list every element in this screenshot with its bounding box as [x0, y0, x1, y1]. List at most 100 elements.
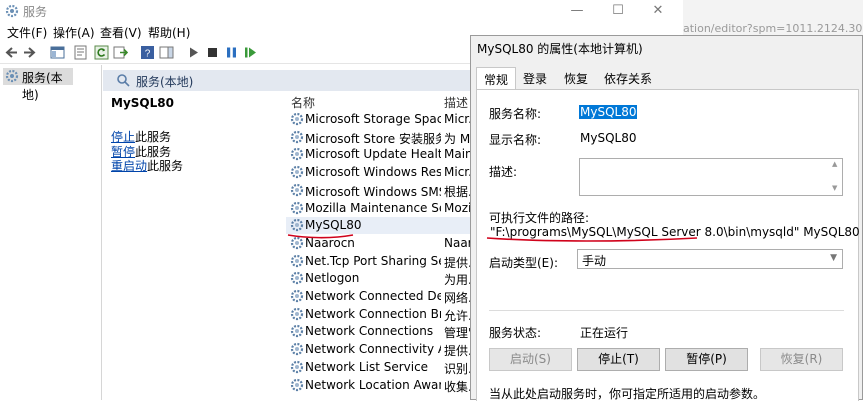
export-list-icon[interactable]	[113, 45, 128, 60]
service-status-label: 服务状态:	[489, 326, 542, 340]
service-gear-icon	[290, 289, 304, 303]
startup-type-value: 手动	[582, 254, 607, 268]
display-name-label: 显示名称:	[489, 133, 542, 147]
service-name-cell: Microsoft Storage Spaces S...	[305, 112, 441, 126]
menu-action[interactable]: 操作(A)	[53, 24, 95, 41]
dialog-title: MySQL80 的属性(本地计算机)	[477, 42, 643, 56]
tree-node-label: 服务(本地)	[22, 71, 63, 102]
service-name-cell: Net.Tcp Port Sharing Service	[305, 253, 441, 268]
pause-service-icon[interactable]	[224, 45, 239, 60]
service-name-value[interactable]: MySQL80	[579, 105, 638, 119]
service-gear-icon	[290, 201, 304, 214]
browser-url-text: ation/editor?spm=1011.2124.301	[683, 22, 863, 35]
startup-type-select[interactable]: 手动 ▼	[577, 249, 843, 269]
divider	[489, 310, 844, 311]
console-tree: 服务(本地)	[0, 65, 102, 400]
start-button[interactable]: 启动(S)	[489, 348, 572, 371]
properties-dialog: MySQL80 的属性(本地计算机) 常规 登录 恢复 依存关系 服务名称: M…	[470, 35, 863, 401]
stop-action-suffix: 此服务	[135, 130, 172, 144]
service-gear-icon	[290, 148, 304, 161]
restart-action-suffix: 此服务	[147, 159, 184, 173]
title-bar: 服务 — ☐ ✕	[0, 0, 683, 21]
service-name-cell: Mozilla Maintenance Service	[305, 200, 441, 215]
services-gear-icon	[5, 4, 19, 18]
service-gear-icon	[290, 342, 304, 356]
service-gear-icon	[290, 183, 304, 196]
close-button[interactable]: ✕	[638, 0, 678, 21]
stop-button[interactable]: 停止(T)	[577, 348, 660, 371]
service-gear-icon	[290, 307, 304, 320]
refresh-icon[interactable]	[94, 45, 109, 60]
description-label: 描述:	[489, 165, 518, 179]
restart-service-icon[interactable]	[243, 45, 258, 60]
back-arrow-icon[interactable]	[4, 45, 19, 60]
service-name-cell: Microsoft Windows Resour...	[305, 165, 441, 180]
column-header-name[interactable]: 名称	[291, 94, 315, 111]
menu-help[interactable]: 帮助(H)	[148, 24, 190, 41]
service-gear-icon	[290, 130, 304, 143]
stop-service-icon[interactable]	[205, 45, 220, 60]
restart-service-link[interactable]: 重启动	[111, 159, 147, 173]
start-params-hint: 当从此处启动服务时，你可指定所适用的启动参数。	[489, 387, 766, 401]
service-status-value: 正在运行	[580, 326, 629, 340]
show-hide-action-pane-icon[interactable]	[159, 45, 174, 60]
service-gear-icon	[290, 112, 304, 126]
startup-type-label: 启动类型(E):	[489, 256, 558, 270]
svg-text:?: ?	[145, 49, 151, 60]
description-scrollbar[interactable]: ▲ ▼	[830, 159, 842, 195]
menu-view[interactable]: 查看(V)	[100, 24, 142, 41]
description-field[interactable]: ▲ ▼	[579, 158, 843, 196]
scroll-down-icon[interactable]: ▼	[832, 184, 837, 192]
minimize-button[interactable]: —	[557, 0, 597, 21]
scroll-up-icon[interactable]: ▲	[832, 160, 837, 168]
tab-logon[interactable]: 登录	[523, 70, 547, 87]
resume-button[interactable]: 恢复(R)	[760, 348, 843, 371]
service-name-label: 服务名称:	[489, 107, 542, 121]
menu-file[interactable]: 文件(F)	[7, 24, 47, 41]
pane-header-title: 服务(本地)	[136, 75, 194, 89]
service-gear-icon	[290, 360, 304, 373]
properties-icon[interactable]	[73, 45, 88, 60]
service-gear-icon	[290, 236, 304, 249]
service-gear-icon	[290, 378, 304, 391]
service-name-cell: Network List Service	[305, 359, 429, 374]
exec-path-value: "F:\programs\MySQL\MySQL Server 8.0\bin\…	[490, 225, 860, 239]
services-gear-icon	[5, 69, 19, 83]
start-service-icon[interactable]	[186, 45, 201, 60]
service-name-cell: Network Connections	[305, 324, 434, 339]
restart-action: 重启动此服务	[111, 157, 183, 174]
pause-button[interactable]: 暂停(P)	[665, 348, 748, 371]
forward-arrow-icon[interactable]	[22, 45, 37, 60]
service-name-cell: Microsoft Update Health S...	[305, 147, 441, 162]
console-tree-icon[interactable]	[50, 45, 65, 60]
description-panel: MySQL80 停止此服务 暂停此服务 重启动此服务	[103, 92, 283, 400]
column-header-description[interactable]: 描述	[444, 94, 468, 111]
service-name-cell: Network Connectivity Assis...	[305, 342, 441, 357]
search-gear-icon	[117, 74, 130, 87]
tab-dependencies[interactable]: 依存关系	[604, 70, 652, 87]
exec-path-label: 可执行文件的路径:	[489, 211, 590, 225]
window-title: 服务	[23, 5, 48, 19]
tab-general[interactable]: 常规	[476, 67, 517, 90]
service-name-cell: Microsoft Windows SMS 路...	[305, 184, 441, 199]
service-name-cell: Network Location Awarene...	[305, 377, 441, 392]
dialog-tabs: 常规 登录 恢复 依存关系	[471, 65, 863, 90]
service-name-cell: MySQL80	[305, 218, 362, 233]
stop-service-link[interactable]: 停止	[111, 130, 135, 144]
service-gear-icon	[290, 219, 304, 232]
service-name-cell: Naarocn	[305, 235, 355, 250]
selected-service-name: MySQL80	[111, 96, 174, 110]
service-name-cell: Netlogon	[305, 271, 360, 286]
help-icon[interactable]: ?	[140, 45, 155, 60]
service-name-cell: Microsoft Store 安装服务	[305, 131, 441, 146]
display-name-value[interactable]: MySQL80	[580, 131, 636, 145]
tab-recovery[interactable]: 恢复	[564, 70, 588, 87]
chevron-down-icon: ▼	[830, 253, 837, 263]
service-name-cell: Network Connected Devic...	[305, 289, 441, 303]
maximize-button[interactable]: ☐	[598, 0, 638, 21]
general-tab-content: 服务名称: MySQL80 显示名称: MySQL80 描述: ▲ ▼ 可执行文…	[476, 89, 860, 401]
service-name-cell: Network Connection Broker	[305, 306, 441, 321]
service-gear-icon	[290, 272, 304, 285]
service-gear-icon	[290, 325, 304, 338]
tree-node-services-local[interactable]: 服务(本地)	[3, 68, 73, 102]
